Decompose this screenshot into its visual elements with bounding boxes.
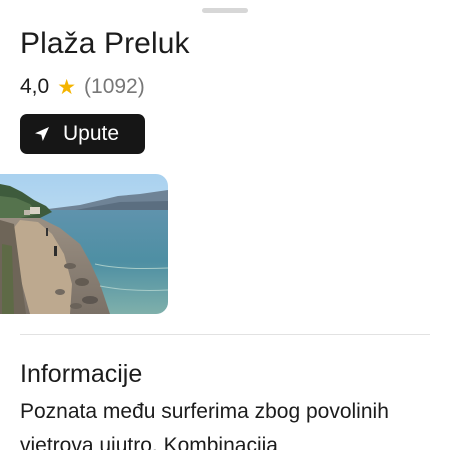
section-divider	[20, 334, 430, 335]
info-description: Poznata među surferima zbog povolinih vi…	[20, 400, 389, 450]
star-icon: ★	[57, 75, 77, 99]
info-heading: Informacije	[20, 360, 143, 388]
review-count: (1092)	[84, 75, 145, 98]
rating-row[interactable]: 4,0 ★ (1092)	[20, 73, 145, 101]
directions-button[interactable]: Upute	[20, 114, 145, 154]
place-title: Plaža Preluk	[20, 27, 190, 60]
place-sheet: Plaža Preluk 4,0 ★ (1092) Upute Informac…	[0, 0, 450, 450]
sheet-drag-handle[interactable]	[202, 8, 248, 13]
navigation-arrow-icon	[33, 125, 51, 143]
directions-label: Upute	[63, 122, 120, 145]
rating-value: 4,0	[20, 75, 50, 98]
place-photo[interactable]	[0, 174, 168, 314]
